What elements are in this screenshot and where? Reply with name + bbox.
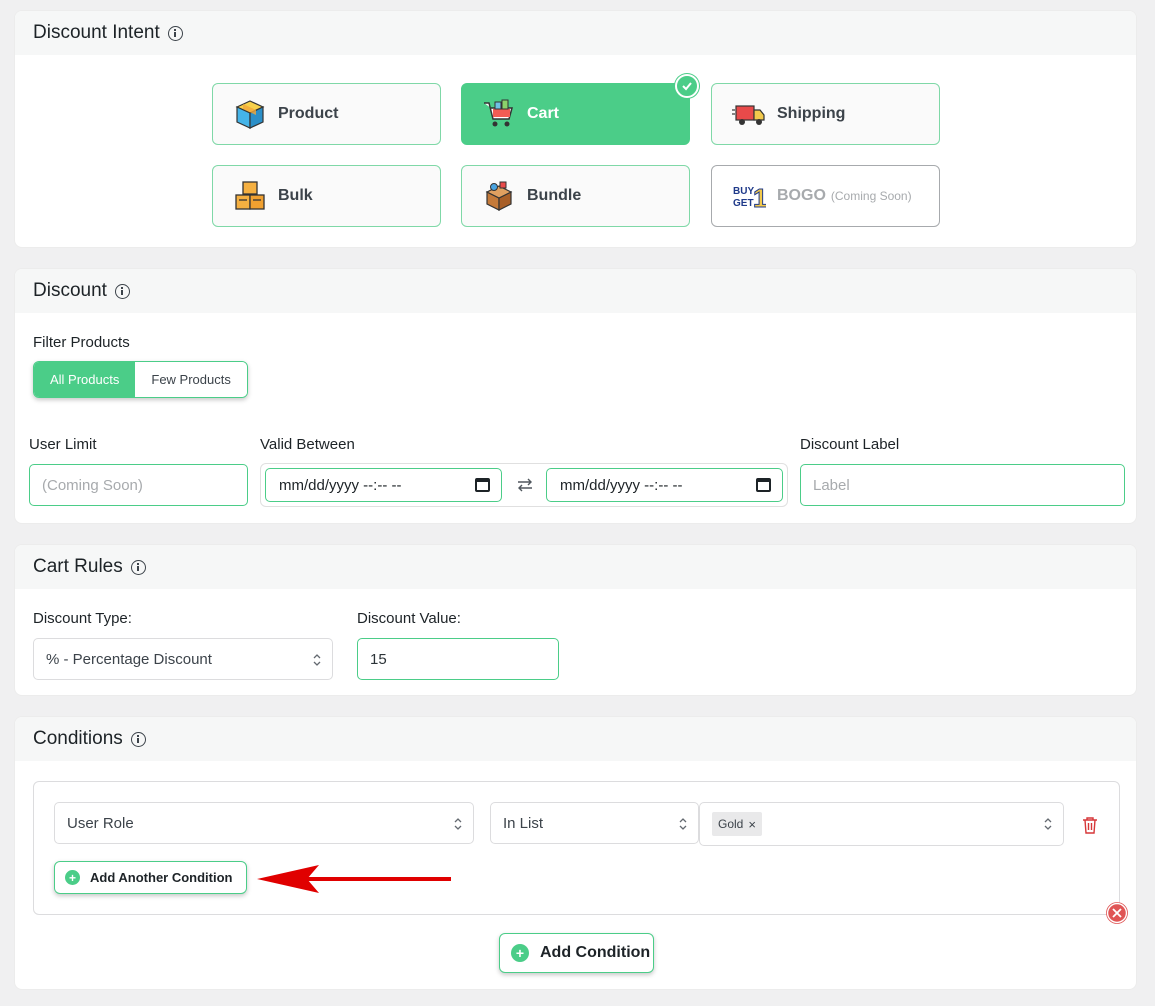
intent-bulk-button[interactable]: Bulk: [212, 165, 441, 227]
discount-type-value: % - Percentage Discount: [46, 650, 212, 668]
discount-panel: Discount Filter Products All Products Fe…: [14, 268, 1137, 524]
intent-cart-button[interactable]: Cart: [461, 83, 690, 145]
info-icon[interactable]: [167, 25, 183, 41]
add-another-condition-button[interactable]: + Add Another Condition: [54, 861, 247, 894]
plus-circle-icon: +: [511, 944, 529, 962]
shopping-cart-icon: [484, 99, 513, 127]
few-products-option[interactable]: Few Products: [135, 362, 247, 397]
stacked-boxes-icon: [235, 181, 265, 210]
bogo-icon-line1: BUY: [733, 186, 754, 197]
condition-field-value: User Role: [67, 814, 134, 832]
discount-title: Discount: [33, 280, 107, 301]
user-limit-placeholder: (Coming Soon): [42, 476, 143, 494]
conditions-panel: Conditions User Role In List Gold × + Ad…: [14, 716, 1137, 990]
discount-header: Discount: [15, 269, 1136, 313]
user-limit-input[interactable]: (Coming Soon): [29, 464, 248, 506]
condition-operator-value: In List: [503, 814, 544, 832]
end-date-input[interactable]: mm/dd/yyyy --:-- --: [546, 468, 783, 502]
discount-value-input[interactable]: 15: [357, 638, 559, 680]
value-chip-gold: Gold ×: [712, 812, 762, 836]
add-condition-label: Add Condition: [540, 944, 651, 961]
valid-between-range: mm/dd/yyyy --:-- -- mm/dd/yyyy --:-- --: [260, 463, 788, 507]
discount-intent-header: Discount Intent: [15, 11, 1136, 55]
selected-check-icon: [675, 74, 699, 98]
bundle-box-icon: [485, 181, 513, 211]
intent-bogo-label: BOGO: [777, 187, 826, 204]
remove-chip-icon[interactable]: ×: [748, 817, 756, 832]
end-date-placeholder: mm/dd/yyyy --:-- --: [560, 476, 683, 494]
discount-intent-title: Discount Intent: [33, 22, 160, 43]
cart-rules-panel: Cart Rules Discount Type: % - Percentage…: [14, 544, 1137, 696]
cart-rules-header: Cart Rules: [15, 545, 1136, 589]
discount-type-select[interactable]: % - Percentage Discount: [33, 638, 333, 680]
bogo-icon-line2: GET: [733, 198, 754, 209]
conditions-title: Conditions: [33, 728, 123, 749]
remove-group-icon[interactable]: [1106, 902, 1128, 924]
intent-shipping-label: Shipping: [777, 105, 846, 122]
condition-operator-select[interactable]: In List: [490, 802, 699, 844]
buy-get-1-icon: BUY GET 1: [733, 183, 766, 214]
start-date-placeholder: mm/dd/yyyy --:-- --: [279, 476, 402, 494]
discount-value-label: Discount Value:: [357, 610, 461, 627]
coming-soon-text: (Coming Soon): [830, 189, 912, 203]
user-limit-label: User Limit: [29, 436, 97, 453]
discount-label-placeholder: Label: [813, 476, 850, 494]
bogo-icon-digit: 1: [753, 183, 766, 213]
condition-group: User Role In List Gold × + Add Another C…: [33, 781, 1120, 915]
condition-values-multiselect[interactable]: Gold ×: [699, 802, 1064, 846]
intent-bogo-button[interactable]: BUY GET 1 BOGO (Coming Soon): [711, 165, 940, 227]
all-products-option[interactable]: All Products: [34, 362, 136, 397]
intent-shipping-button[interactable]: Shipping: [711, 83, 940, 145]
box-icon: [235, 100, 265, 129]
intent-bundle-label: Bundle: [527, 187, 582, 204]
chevron-updown-icon: [679, 818, 687, 830]
intent-bundle-button[interactable]: Bundle: [461, 165, 690, 227]
filter-products-label: Filter Products: [33, 334, 130, 351]
info-icon[interactable]: [130, 559, 146, 575]
info-icon[interactable]: [130, 731, 146, 747]
info-icon[interactable]: [114, 283, 130, 299]
discount-type-label: Discount Type:: [33, 610, 132, 627]
start-date-input[interactable]: mm/dd/yyyy --:-- --: [265, 468, 502, 502]
discount-label-label: Discount Label: [800, 436, 900, 453]
plus-circle-icon: +: [65, 870, 80, 885]
intent-product-label: Product: [278, 105, 339, 122]
swap-arrows-icon: [518, 478, 532, 492]
chevron-updown-icon: [1044, 818, 1052, 830]
intent-cart-label: Cart: [527, 105, 560, 122]
add-another-condition-label: Add Another Condition: [90, 870, 233, 885]
value-chip-label: Gold: [718, 817, 744, 831]
condition-field-select[interactable]: User Role: [54, 802, 474, 844]
filter-products-toggle: All Products Few Products: [33, 361, 248, 398]
calendar-icon[interactable]: [475, 478, 490, 492]
intent-product-button[interactable]: Product: [212, 83, 441, 145]
chevron-updown-icon: [313, 654, 321, 666]
trash-icon[interactable]: [1082, 816, 1098, 834]
discount-value-text: 15: [370, 650, 387, 668]
annotation-arrow-icon: [257, 865, 451, 893]
chevron-updown-icon: [454, 818, 462, 830]
cart-rules-title: Cart Rules: [33, 556, 123, 577]
delivery-truck-icon: [732, 105, 765, 125]
add-condition-button[interactable]: + Add Condition: [499, 933, 654, 973]
conditions-header: Conditions: [15, 717, 1136, 761]
calendar-icon[interactable]: [756, 478, 771, 492]
intent-bulk-label: Bulk: [278, 187, 313, 204]
discount-label-input[interactable]: Label: [800, 464, 1125, 506]
valid-between-label: Valid Between: [260, 436, 355, 453]
